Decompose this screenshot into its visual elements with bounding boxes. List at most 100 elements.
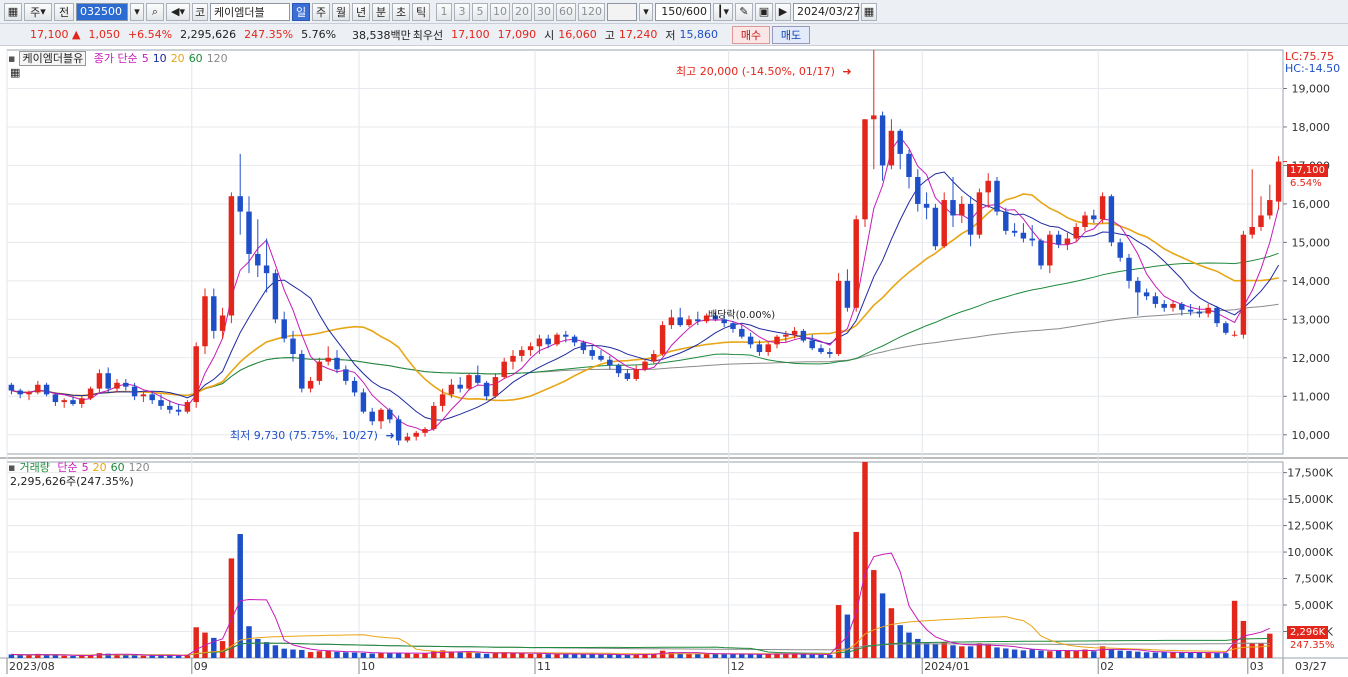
- code-dropdown-icon[interactable]: ▾: [130, 2, 144, 21]
- volume-bar: [1011, 649, 1018, 658]
- timeframe-0[interactable]: 일: [292, 2, 310, 21]
- timeframe-5[interactable]: 초: [392, 2, 410, 21]
- volume-bar: [369, 653, 375, 658]
- unit-input[interactable]: [607, 2, 637, 21]
- volume-bar: [932, 644, 939, 658]
- next-icon[interactable]: ▶: [775, 2, 791, 21]
- volume-bar: [554, 654, 560, 658]
- volume-bar: [343, 652, 349, 658]
- candle-body: [686, 319, 692, 326]
- timeframe-1[interactable]: 주: [312, 2, 330, 21]
- volume-bar: [431, 651, 437, 658]
- stock-chart[interactable]: 19,00018,00017,00016,00015,00014,00013,0…: [0, 46, 1348, 677]
- candle-body: [1223, 323, 1229, 333]
- grid-icon[interactable]: ▦: [10, 66, 20, 79]
- volume-bar: [1143, 652, 1150, 658]
- candle-body: [334, 357, 340, 370]
- stock-code-input[interactable]: 032500: [76, 2, 128, 21]
- speaker-icon[interactable]: ◀▾: [166, 2, 190, 21]
- volume-bar: [246, 626, 252, 658]
- candle-body: [26, 392, 32, 395]
- x-axis-label: 11: [537, 660, 551, 673]
- current-price: 17,100 ▲: [30, 28, 81, 41]
- candle-body: [211, 296, 217, 331]
- candle-body: [765, 344, 771, 353]
- calendar-icon[interactable]: ▦: [861, 2, 877, 21]
- volume-bar: [360, 652, 367, 658]
- volume-bar: [791, 654, 798, 658]
- volume-bar: [906, 632, 912, 658]
- candle-body: [61, 400, 67, 403]
- price-tick-label: 18,000: [1292, 121, 1331, 134]
- candle-body: [624, 373, 631, 379]
- last-volume-tag: 2,296K: [1287, 626, 1329, 639]
- period-dropdown[interactable]: 주 ▾: [24, 2, 52, 21]
- candle-body: [1064, 238, 1071, 245]
- timeframe-3[interactable]: 년: [352, 2, 370, 21]
- count-field[interactable]: 150/600: [655, 2, 711, 21]
- candle-body: [316, 361, 323, 381]
- minute-unit-3[interactable]: 10: [490, 2, 510, 21]
- candle-body: [739, 328, 745, 337]
- stock-name-field[interactable]: 케이엠더블: [210, 2, 290, 21]
- volume-bar: [307, 652, 314, 658]
- legend-ma-periods: 5 10 20 60 120: [142, 52, 232, 65]
- candle-body: [290, 338, 296, 354]
- candle-body: [642, 361, 648, 370]
- volume-bar: [1161, 652, 1167, 658]
- unit-dropdown-icon[interactable]: ▾: [639, 2, 653, 21]
- candle-body: [43, 384, 50, 395]
- timeframe-6[interactable]: 틱: [412, 2, 430, 21]
- buy-button[interactable]: 매수: [732, 25, 771, 44]
- price-tick-label: 16,000: [1292, 198, 1331, 211]
- high-label: 고: [604, 28, 615, 42]
- timeframe-2[interactable]: 월: [332, 2, 350, 21]
- save-icon[interactable]: ▣: [755, 2, 773, 21]
- candle-type-icon[interactable]: ┃▾: [713, 2, 733, 21]
- all-button[interactable]: 전: [54, 2, 74, 21]
- minute-unit-7[interactable]: 120: [578, 2, 605, 21]
- candle-body: [818, 348, 824, 353]
- volume-bar: [712, 653, 719, 658]
- date-input[interactable]: 2024/03/27: [793, 2, 860, 21]
- chart-icon[interactable]: ▦: [4, 2, 22, 21]
- candle-body: [1055, 234, 1062, 245]
- candle-body: [774, 336, 780, 345]
- market-button[interactable]: 코: [192, 2, 208, 21]
- candle-body: [897, 130, 903, 154]
- price-tick-label: 12,000: [1292, 352, 1331, 365]
- price-tick-label: 10,000: [1292, 429, 1331, 442]
- minute-unit-6[interactable]: 60: [556, 2, 576, 21]
- volume-bar: [466, 652, 472, 658]
- candle-body: [351, 380, 358, 393]
- candle-body: [501, 361, 507, 378]
- low-annotation: 최저 9,730 (75.75%, 10/27) ➜: [230, 427, 399, 443]
- ma-period-5: 5: [141, 52, 149, 65]
- volume-bar: [607, 654, 613, 658]
- minute-unit-5[interactable]: 30: [534, 2, 554, 21]
- volume-bar: [527, 653, 534, 658]
- candle-body: [307, 380, 314, 389]
- minute-unit-4[interactable]: 20: [512, 2, 532, 21]
- minute-unit-1[interactable]: 3: [454, 2, 470, 21]
- candle-body: [950, 200, 956, 216]
- volume-bar: [721, 654, 727, 658]
- candle-body: [1073, 226, 1079, 239]
- candle-body: [1099, 196, 1106, 220]
- candle-body: [431, 405, 437, 429]
- volume-bar: [1170, 652, 1176, 658]
- candle-body: [800, 330, 807, 341]
- candle-body: [1029, 238, 1035, 241]
- minute-unit-0[interactable]: 1: [436, 2, 452, 21]
- candle-body: [8, 384, 15, 391]
- timeframe-4[interactable]: 분: [372, 2, 390, 21]
- candle-body: [369, 411, 375, 422]
- minute-unit-2[interactable]: 5: [472, 2, 488, 21]
- volume-bar: [1179, 652, 1185, 658]
- draw-tool-icon[interactable]: ✎: [735, 2, 753, 21]
- volume-bar: [316, 651, 323, 658]
- sell-button[interactable]: 매도: [772, 25, 811, 44]
- candle-body: [677, 317, 683, 326]
- search-icon[interactable]: ⌕: [146, 2, 164, 21]
- candle-body: [1091, 215, 1097, 220]
